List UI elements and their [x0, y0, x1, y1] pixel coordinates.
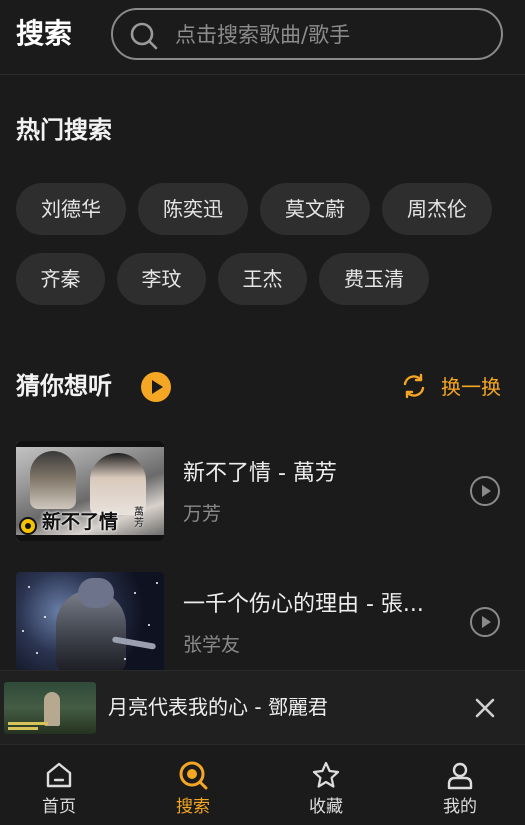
close-icon[interactable] [470, 693, 500, 723]
refresh-icon [403, 373, 425, 399]
tab-label: 我的 [443, 797, 477, 817]
song-thumbnail: 新不了情 萬芳 [16, 441, 164, 541]
hot-tag[interactable]: 费玉清 [319, 253, 429, 305]
search-placeholder: 点击搜索歌曲/歌手 [175, 23, 351, 47]
tab-profile[interactable]: 我的 [420, 746, 500, 825]
thumbnail-caption-sub: 萬芳 [134, 507, 144, 529]
song-item[interactable]: 新不了情 萬芳 新不了情 - 萬芳 万芳 [0, 441, 525, 541]
tab-label: 收藏 [309, 797, 343, 817]
tab-favorites[interactable]: 收藏 [286, 746, 366, 825]
top-header: 搜索 点击搜索歌曲/歌手 [0, 0, 525, 75]
refresh-label: 换一换 [441, 375, 501, 399]
page-title: 搜索 [16, 17, 73, 50]
search-input[interactable]: 点击搜索歌曲/歌手 [111, 8, 503, 60]
home-icon [46, 762, 72, 788]
channel-logo-icon [19, 517, 37, 535]
tab-label: 首页 [42, 797, 76, 817]
now-playing-thumbnail [4, 682, 96, 734]
hot-tag[interactable]: 陈奕迅 [138, 183, 248, 235]
thumbnail-figure [44, 692, 60, 726]
user-icon [447, 762, 473, 790]
play-icon[interactable] [470, 476, 500, 506]
play-icon[interactable] [470, 607, 500, 637]
hot-tag[interactable]: 周杰伦 [382, 183, 492, 235]
search-icon [130, 22, 158, 50]
hot-tag[interactable]: 李玟 [117, 253, 206, 305]
search-icon [179, 761, 208, 790]
song-artist: 张学友 [183, 634, 241, 656]
song-artist: 万芳 [183, 503, 222, 525]
guess-section-header: 猜你想听 换一换 [0, 366, 525, 406]
star-icon [312, 761, 340, 788]
hot-tag[interactable]: 刘德华 [16, 183, 126, 235]
hot-tag[interactable]: 莫文蔚 [260, 183, 370, 235]
hot-tag[interactable]: 王杰 [218, 253, 307, 305]
tab-label: 搜索 [176, 797, 210, 817]
thumbnail-caption: 新不了情 [42, 511, 119, 533]
tab-search[interactable]: 搜索 [153, 746, 233, 825]
guess-title: 猜你想听 [16, 372, 112, 400]
tab-home[interactable]: 首页 [19, 746, 99, 825]
song-title: 一千个伤心的理由 - 張... [183, 592, 424, 617]
hot-search-title: 热门搜索 [16, 116, 112, 144]
now-playing-title: 月亮代表我的心 - 鄧麗君 [108, 695, 328, 719]
song-item[interactable]: 一千个伤心的理由 - 張... 张学友 [0, 572, 525, 672]
mini-player[interactable]: 月亮代表我的心 - 鄧麗君 [0, 670, 525, 745]
song-thumbnail [16, 572, 164, 672]
hot-tag[interactable]: 齐秦 [16, 253, 105, 305]
song-title: 新不了情 - 萬芳 [183, 461, 337, 486]
play-all-icon[interactable] [141, 372, 171, 402]
bottom-tab-bar: 首页 搜索 收藏 我的 [0, 746, 525, 825]
